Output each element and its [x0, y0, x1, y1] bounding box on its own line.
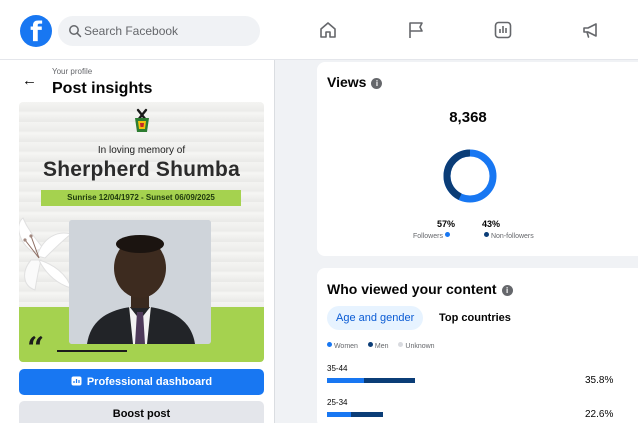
- views-total: 8,368: [449, 109, 487, 126]
- info-icon[interactable]: i: [501, 285, 513, 296]
- views-title-label: Views: [327, 74, 367, 90]
- post-preview-image[interactable]: In loving memory of Sherpherd Shumba Sun…: [19, 102, 264, 362]
- views-card: Views i 8,368 57% Followers 43% Non-follo…: [317, 62, 638, 256]
- nonfollowers-percent: 43%: [482, 219, 501, 229]
- memorial-name: Sherpherd Shumba: [43, 158, 240, 181]
- who-viewed-title: Who viewed your content i: [327, 281, 513, 297]
- followers-dot: [444, 232, 450, 237]
- views-donut-chart: [443, 149, 497, 203]
- age-row-label: 25-34: [327, 398, 348, 407]
- ads-manager-icon[interactable]: [492, 19, 514, 41]
- age-bar-men: [363, 378, 416, 383]
- professional-dashboard-button[interactable]: Professional dashboard: [19, 369, 264, 395]
- tab-age-and-gender[interactable]: Age and gender: [327, 306, 424, 330]
- memorial-dates: Sunrise 12/04/1972 - Sunset 06/09/2025: [41, 190, 241, 206]
- age-bar-men: [351, 412, 383, 417]
- page-title: Post insights: [52, 80, 153, 97]
- portrait-silhouette: [69, 220, 211, 344]
- info-icon[interactable]: i: [371, 78, 383, 89]
- nonfollowers-label: Non-followers: [484, 232, 534, 240]
- zimbabwe-ribbon-icon: [135, 108, 149, 132]
- who-viewed-title-label: Who viewed your content: [327, 281, 497, 297]
- megaphone-icon[interactable]: [580, 19, 602, 41]
- search-input[interactable]: [84, 16, 254, 46]
- age-bar-women: [327, 378, 364, 383]
- nonfollowers-label-text: Non-followers: [490, 233, 534, 240]
- age-bar: [327, 378, 416, 383]
- age-row-percent: 35.8%: [585, 375, 614, 386]
- age-bar: [327, 412, 383, 417]
- followers-percent: 57%: [437, 219, 456, 229]
- flag-icon[interactable]: [405, 19, 427, 41]
- age-row-percent: 22.6%: [585, 409, 614, 420]
- top-navigation-bar: f: [0, 0, 638, 60]
- views-title: Views i: [327, 74, 383, 90]
- dashboard-icon: [71, 376, 82, 386]
- followers-label: Followers: [413, 232, 450, 240]
- post-insights-panel: ← Your profile Post insights In loving m…: [0, 60, 275, 423]
- who-viewed-card: Who viewed your content i Age and gender …: [317, 268, 638, 423]
- facebook-logo[interactable]: f: [20, 15, 52, 47]
- back-arrow-icon[interactable]: ←: [22, 72, 37, 89]
- search-icon: [69, 25, 82, 38]
- age-row-label: 35-44: [327, 364, 348, 373]
- portrait-photo: [69, 220, 211, 344]
- tab-top-countries[interactable]: Top countries: [430, 306, 520, 330]
- memory-line: In loving memory of: [97, 145, 186, 156]
- legend-women: Women: [333, 343, 358, 350]
- women-dot: [327, 342, 332, 347]
- legend-unknown: Unknown: [405, 343, 435, 350]
- gender-legend: Women Men Unknown: [327, 342, 443, 350]
- home-icon[interactable]: [317, 19, 339, 41]
- professional-dashboard-label: Professional dashboard: [86, 376, 213, 388]
- men-dot: [367, 342, 373, 347]
- quote-mark: “: [27, 331, 45, 363]
- search-box[interactable]: [58, 16, 260, 46]
- followers-label-text: Followers: [413, 233, 443, 240]
- breadcrumb: Your profile: [52, 67, 93, 76]
- nonfollowers-dot: [484, 232, 489, 237]
- legend-men: Men: [374, 343, 389, 350]
- unknown-dot: [398, 342, 404, 347]
- age-bar-women: [327, 412, 352, 417]
- quote-divider: [57, 350, 127, 352]
- boost-post-button[interactable]: Boost post: [19, 401, 264, 423]
